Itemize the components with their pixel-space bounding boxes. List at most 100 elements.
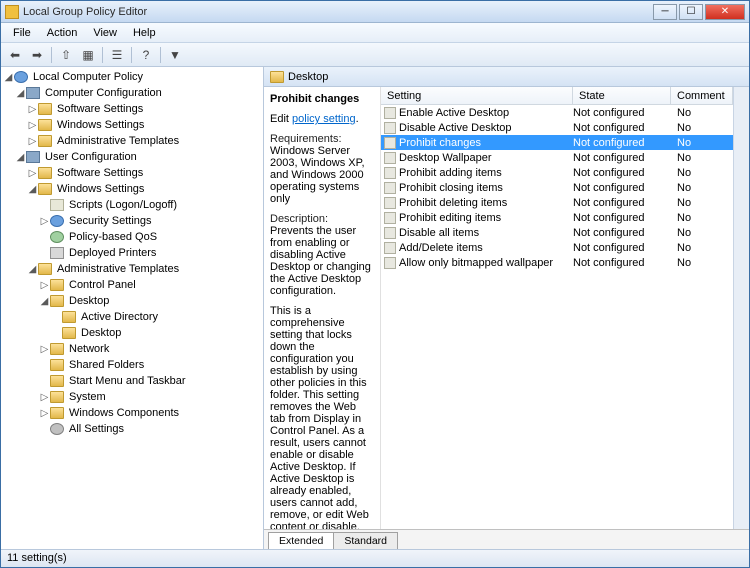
- setting-name: Prohibit editing items: [399, 212, 573, 224]
- description-text-2: This is a comprehensive setting that loc…: [270, 305, 369, 529]
- close-button[interactable]: ✕: [705, 4, 745, 20]
- tree-panel[interactable]: ◢Local Computer Policy ◢Computer Configu…: [1, 67, 264, 549]
- qos-icon: [50, 231, 64, 243]
- tree-sf[interactable]: Shared Folders: [67, 359, 146, 371]
- path-label: Desktop: [288, 71, 328, 83]
- setting-comment: No: [671, 122, 733, 134]
- folder-icon: [38, 263, 52, 275]
- setting-row[interactable]: Desktop WallpaperNot configuredNo: [381, 150, 733, 165]
- tree-uc-ss[interactable]: Software Settings: [55, 167, 145, 179]
- setting-state: Not configured: [573, 212, 671, 224]
- properties-button[interactable]: ☰: [107, 45, 127, 65]
- tree-wc[interactable]: Windows Components: [67, 407, 181, 419]
- tree-uc[interactable]: User Configuration: [43, 151, 139, 163]
- menubar: File Action View Help: [1, 23, 749, 43]
- setting-row[interactable]: Allow only bitmapped wallpaperNot config…: [381, 255, 733, 270]
- script-icon: [50, 199, 64, 211]
- folder-icon: [38, 135, 52, 147]
- col-comment[interactable]: Comment: [671, 87, 733, 104]
- setting-state: Not configured: [573, 197, 671, 209]
- filter-button[interactable]: ▼: [165, 45, 185, 65]
- tree-prn[interactable]: Deployed Printers: [67, 247, 158, 259]
- folder-icon: [270, 71, 284, 83]
- tree-cc[interactable]: Computer Configuration: [43, 87, 164, 99]
- help-button[interactable]: ?: [136, 45, 156, 65]
- tree-all[interactable]: All Settings: [67, 423, 126, 435]
- menu-view[interactable]: View: [85, 25, 125, 41]
- tab-extended[interactable]: Extended: [268, 532, 334, 549]
- setting-row[interactable]: Prohibit editing itemsNot configuredNo: [381, 210, 733, 225]
- toolbar: ⬅ ➡ ⇧ ▦ ☰ ? ▼: [1, 43, 749, 67]
- back-button[interactable]: ⬅: [5, 45, 25, 65]
- setting-name: Add/Delete items: [399, 242, 573, 254]
- setting-row[interactable]: Prohibit deleting itemsNot configuredNo: [381, 195, 733, 210]
- setting-state: Not configured: [573, 152, 671, 164]
- tree-qos[interactable]: Policy-based QoS: [67, 231, 159, 243]
- tree-dt-dt[interactable]: Desktop: [79, 327, 123, 339]
- setting-comment: No: [671, 257, 733, 269]
- setting-name: Disable all items: [399, 227, 573, 239]
- selected-setting-title: Prohibit changes: [270, 93, 374, 105]
- menu-help[interactable]: Help: [125, 25, 164, 41]
- folder-icon: [38, 167, 52, 179]
- tree-cc-ws[interactable]: Windows Settings: [55, 119, 146, 131]
- tree-smt[interactable]: Start Menu and Taskbar: [67, 375, 188, 387]
- path-bar: Desktop: [264, 67, 749, 87]
- setting-comment: No: [671, 107, 733, 119]
- col-state[interactable]: State: [573, 87, 671, 104]
- folder-icon: [38, 183, 52, 195]
- setting-row[interactable]: Prohibit changesNot configuredNo: [381, 135, 733, 150]
- setting-icon: [384, 197, 396, 209]
- status-bar: 11 setting(s): [1, 549, 749, 567]
- maximize-button[interactable]: ☐: [679, 4, 703, 20]
- setting-state: Not configured: [573, 242, 671, 254]
- folder-icon: [50, 343, 64, 355]
- setting-name: Enable Active Desktop: [399, 107, 573, 119]
- col-setting[interactable]: Setting: [381, 87, 573, 104]
- tree-sec[interactable]: Security Settings: [67, 215, 154, 227]
- computer-icon: [26, 87, 40, 99]
- setting-row[interactable]: Disable all itemsNot configuredNo: [381, 225, 733, 240]
- tree-sys[interactable]: System: [67, 391, 108, 403]
- forward-button[interactable]: ➡: [27, 45, 47, 65]
- menu-action[interactable]: Action: [39, 25, 86, 41]
- tree-scripts[interactable]: Scripts (Logon/Logoff): [67, 199, 179, 211]
- tree-uc-ws[interactable]: Windows Settings: [55, 183, 146, 195]
- description-text-1: Prevents the user from enabling or disab…: [270, 225, 371, 297]
- tree-dt[interactable]: Desktop: [67, 295, 111, 307]
- tree-root[interactable]: Local Computer Policy: [31, 71, 145, 83]
- settings-rows[interactable]: Enable Active DesktopNot configuredNoDis…: [381, 105, 733, 529]
- tree-cp[interactable]: Control Panel: [67, 279, 138, 291]
- tree-net[interactable]: Network: [67, 343, 111, 355]
- minimize-button[interactable]: ─: [653, 4, 677, 20]
- setting-row[interactable]: Enable Active DesktopNot configuredNo: [381, 105, 733, 120]
- tab-standard[interactable]: Standard: [333, 532, 398, 549]
- setting-name: Prohibit changes: [399, 137, 573, 149]
- setting-row[interactable]: Prohibit closing itemsNot configuredNo: [381, 180, 733, 195]
- edit-policy-link[interactable]: policy setting: [292, 113, 356, 125]
- setting-row[interactable]: Prohibit adding itemsNot configuredNo: [381, 165, 733, 180]
- tree-cc-ss[interactable]: Software Settings: [55, 103, 145, 115]
- tree-cc-at[interactable]: Administrative Templates: [55, 135, 181, 147]
- setting-icon: [384, 167, 396, 179]
- setting-icon: [384, 122, 396, 134]
- description-heading: Description:: [270, 213, 328, 225]
- folder-icon: [50, 375, 64, 387]
- tree-uc-at[interactable]: Administrative Templates: [55, 263, 181, 275]
- setting-name: Disable Active Desktop: [399, 122, 573, 134]
- setting-row[interactable]: Disable Active DesktopNot configuredNo: [381, 120, 733, 135]
- folder-icon: [50, 279, 64, 291]
- up-button[interactable]: ⇧: [56, 45, 76, 65]
- window-title: Local Group Policy Editor: [23, 6, 651, 18]
- app-icon: [5, 5, 19, 19]
- folder-icon: [62, 327, 76, 339]
- show-hide-tree-button[interactable]: ▦: [78, 45, 98, 65]
- setting-name: Prohibit adding items: [399, 167, 573, 179]
- tree-dt-ad[interactable]: Active Directory: [79, 311, 160, 323]
- setting-comment: No: [671, 167, 733, 179]
- folder-icon: [50, 295, 64, 307]
- menu-file[interactable]: File: [5, 25, 39, 41]
- column-headers: Setting State Comment: [381, 87, 733, 105]
- vertical-scrollbar[interactable]: [733, 87, 749, 529]
- setting-row[interactable]: Add/Delete itemsNot configuredNo: [381, 240, 733, 255]
